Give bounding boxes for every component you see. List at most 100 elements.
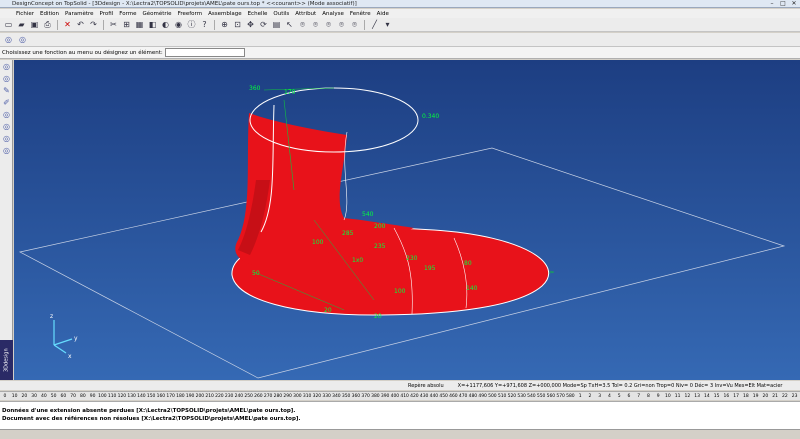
- menu-item[interactable]: Outils: [273, 11, 289, 17]
- side-tab[interactable]: 3Ddesign: [0, 340, 13, 380]
- measure-icon[interactable]: ⊞: [121, 19, 132, 30]
- menu-item[interactable]: Forme: [119, 11, 136, 17]
- close-icon[interactable]: ✕: [790, 0, 798, 8]
- ruler-tick[interactable]: 11: [673, 394, 683, 399]
- menu-item[interactable]: Géométrie: [142, 11, 171, 17]
- ruler-tick[interactable]: 40: [39, 394, 49, 399]
- ruler-tick[interactable]: 350: [341, 394, 351, 399]
- ruler-tick[interactable]: 360: [351, 394, 361, 399]
- ruler-tick[interactable]: 10: [10, 394, 20, 399]
- ruler-tick[interactable]: 210: [205, 394, 215, 399]
- ruler-tick[interactable]: 100: [98, 394, 108, 399]
- ruler-tick[interactable]: 260: [254, 394, 264, 399]
- ruler-tick[interactable]: 500: [488, 394, 498, 399]
- ruler-tick[interactable]: 20: [761, 394, 771, 399]
- ruler-tick[interactable]: 440: [429, 394, 439, 399]
- ruler-tick[interactable]: 550: [536, 394, 546, 399]
- ruler-tick[interactable]: 80: [78, 394, 88, 399]
- cursor-icon[interactable]: ↖: [284, 19, 295, 30]
- ruler-tick[interactable]: 50: [49, 394, 59, 399]
- ruler-tick[interactable]: 170: [166, 394, 176, 399]
- info-icon[interactable]: ⓘ: [186, 19, 197, 30]
- menu-item[interactable]: Profil: [100, 11, 114, 17]
- spiral-icon[interactable]: ◎: [1, 61, 12, 72]
- ruler-tick[interactable]: 17: [731, 394, 741, 399]
- ruler-tick[interactable]: 290: [283, 394, 293, 399]
- ruler-tick[interactable]: 450: [439, 394, 449, 399]
- spiral-icon[interactable]: ◎: [1, 73, 12, 84]
- redo-icon[interactable]: ↷: [88, 19, 99, 30]
- ruler-tick[interactable]: 21: [770, 394, 780, 399]
- tool-icon[interactable]: ✂: [108, 19, 119, 30]
- minimize-icon[interactable]: –: [768, 0, 776, 8]
- ruler-tick[interactable]: 380: [371, 394, 381, 399]
- spiral-icon[interactable]: ◎: [1, 121, 12, 132]
- spiral-icon[interactable]: ◎: [1, 133, 12, 144]
- grid-icon[interactable]: ▦: [134, 19, 145, 30]
- view-icon[interactable]: ▤: [271, 19, 282, 30]
- ruler-tick[interactable]: 16: [722, 394, 732, 399]
- ruler-tick[interactable]: 7: [634, 394, 644, 399]
- ruler-tick[interactable]: 13: [692, 394, 702, 399]
- ruler-tick[interactable]: 320: [312, 394, 322, 399]
- question-icon[interactable]: ?: [199, 19, 210, 30]
- attribute-icon[interactable]: ◐: [160, 19, 171, 30]
- ruler-tick[interactable]: 200: [195, 394, 205, 399]
- delete-icon[interactable]: ✕: [62, 19, 73, 30]
- maximize-icon[interactable]: □: [779, 0, 787, 8]
- dropdown-chevron-icon[interactable]: ▾: [382, 19, 393, 30]
- new-file-icon[interactable]: ▭: [3, 19, 14, 30]
- ruler-tick[interactable]: 580: [566, 394, 576, 399]
- undo-icon[interactable]: ↶: [75, 19, 86, 30]
- ruler-tick[interactable]: 5: [614, 394, 624, 399]
- ruler-tick[interactable]: 3: [595, 394, 605, 399]
- menu-item[interactable]: Attribut: [295, 11, 316, 17]
- print-icon[interactable]: ⎙: [42, 19, 53, 30]
- binoculars-icon[interactable]: ⌾: [336, 19, 347, 30]
- ruler-tick[interactable]: 560: [546, 394, 556, 399]
- refresh-icon[interactable]: ⟳: [258, 19, 269, 30]
- ruler-tick[interactable]: 490: [478, 394, 488, 399]
- save-icon[interactable]: ▣: [29, 19, 40, 30]
- ruler-tick[interactable]: 110: [107, 394, 117, 399]
- menu-item[interactable]: Assemblage: [208, 11, 242, 17]
- ruler-tick[interactable]: 480: [468, 394, 478, 399]
- ruler-tick[interactable]: 220: [215, 394, 225, 399]
- spiral-icon[interactable]: ◎: [17, 34, 28, 45]
- binoculars-icon[interactable]: ⌾: [349, 19, 360, 30]
- spiral-icon[interactable]: ◎: [3, 34, 14, 45]
- ruler-tick[interactable]: 20: [20, 394, 30, 399]
- open-folder-icon[interactable]: ▰: [16, 19, 27, 30]
- ruler-tick[interactable]: 570: [556, 394, 566, 399]
- spiral-icon[interactable]: ◎: [1, 145, 12, 156]
- color-icon[interactable]: ◉: [173, 19, 184, 30]
- ruler-tick[interactable]: 250: [244, 394, 254, 399]
- ruler-tick[interactable]: 9: [653, 394, 663, 399]
- ruler-tick[interactable]: 150: [146, 394, 156, 399]
- ruler-tick[interactable]: 190: [185, 394, 195, 399]
- ruler-tick[interactable]: 60: [59, 394, 69, 399]
- ruler-tick[interactable]: 23: [790, 394, 800, 399]
- ruler-tick[interactable]: 14: [702, 394, 712, 399]
- ruler-tick[interactable]: 540: [527, 394, 537, 399]
- zoom-window-icon[interactable]: ⊡: [232, 19, 243, 30]
- command-input[interactable]: [164, 48, 245, 57]
- ruler-tick[interactable]: 15: [712, 394, 722, 399]
- ruler-tick[interactable]: 180: [176, 394, 186, 399]
- ruler-tick[interactable]: 22: [780, 394, 790, 399]
- ruler-tick[interactable]: 240: [234, 394, 244, 399]
- ruler-tick[interactable]: 10: [663, 394, 673, 399]
- menu-item[interactable]: Echelle: [248, 11, 268, 17]
- ruler-tick[interactable]: 460: [449, 394, 459, 399]
- ruler-tick[interactable]: 0: [0, 394, 10, 399]
- ruler-tick[interactable]: 140: [137, 394, 147, 399]
- spiral-icon[interactable]: ◎: [1, 109, 12, 120]
- ruler-tick[interactable]: 400: [390, 394, 400, 399]
- menu-item[interactable]: Fenêtre: [350, 11, 371, 17]
- ruler-tick[interactable]: 520: [507, 394, 517, 399]
- layer-ruler[interactable]: 0 10 20 30 40 50 60 70 80 90 100 110 120 130 140 150 160…: [0, 391, 800, 400]
- ruler-tick[interactable]: 230: [224, 394, 234, 399]
- menu-item[interactable]: Paramètre: [65, 11, 94, 17]
- ruler-tick[interactable]: 160: [156, 394, 166, 399]
- pan-icon[interactable]: ✥: [245, 19, 256, 30]
